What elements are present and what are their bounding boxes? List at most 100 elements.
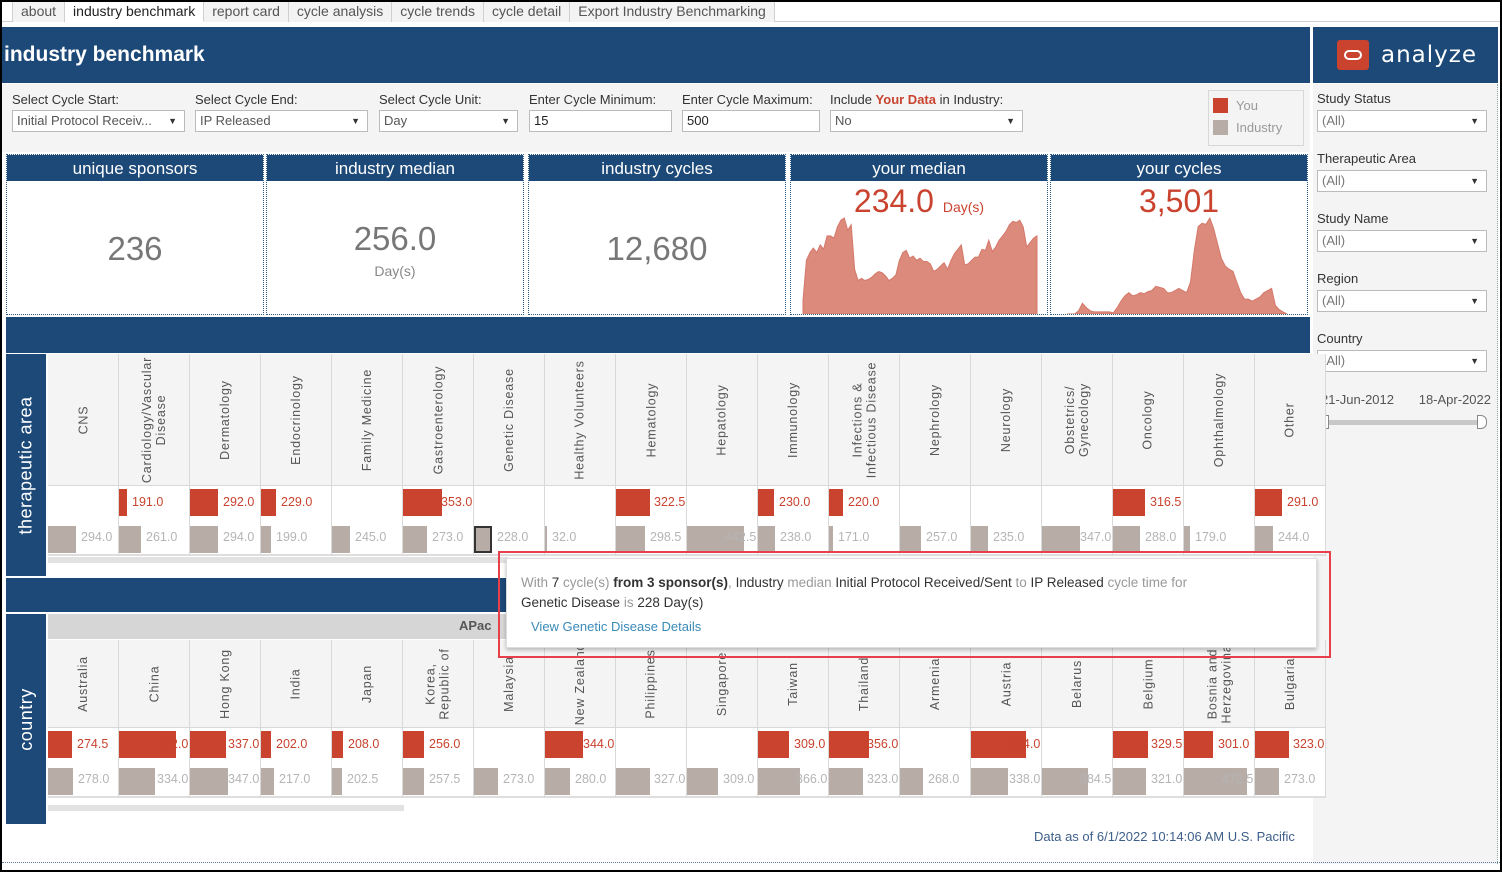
therapeutic-area-column-header[interactable]: Oncology [1113, 354, 1183, 486]
region-select[interactable]: (All) ▼ [1317, 290, 1487, 312]
you-bar[interactable] [403, 731, 424, 758]
you-bar[interactable] [1113, 731, 1148, 758]
country-column-header[interactable]: India [261, 640, 331, 728]
therapeutic-area-column-header[interactable]: Other [1255, 354, 1325, 486]
industry-bar[interactable] [545, 526, 547, 553]
industry-bar[interactable] [758, 768, 800, 795]
industry-bar[interactable] [474, 768, 498, 795]
you-bar[interactable] [829, 489, 843, 516]
you-bar[interactable] [1255, 489, 1282, 516]
therapeutic-area-column-header[interactable]: Neurology [971, 354, 1041, 486]
industry-bar[interactable] [687, 768, 718, 795]
you-bar[interactable] [758, 489, 774, 516]
industry-bar[interactable] [332, 768, 342, 795]
country-column-header[interactable]: Japan [332, 640, 402, 728]
you-bar[interactable] [190, 489, 218, 516]
industry-bar[interactable] [190, 526, 218, 553]
therapeutic-area-column-header[interactable]: Gastroenterology [403, 354, 473, 486]
tab-about[interactable]: about [12, 2, 66, 22]
you-bar[interactable] [48, 731, 72, 758]
study-name-select[interactable]: (All) ▼ [1317, 230, 1487, 252]
cycle-min-input[interactable]: 15 [529, 110, 672, 132]
you-bar[interactable] [261, 731, 271, 758]
therapeutic-area-column-header[interactable]: Endocrinology [261, 354, 331, 486]
industry-bar[interactable] [829, 768, 863, 795]
industry-bar[interactable] [403, 526, 427, 553]
therapeutic-scrollbar[interactable] [48, 557, 508, 563]
therapeutic-area-column-header[interactable]: Infections & Infectious Disease [829, 354, 899, 486]
view-details-link[interactable]: View Genetic Disease Details [531, 617, 701, 637]
tab-cycle-trends[interactable]: cycle trends [392, 2, 484, 22]
therapeutic-area-column-header[interactable]: Obstetrics/ Gynecology [1042, 354, 1112, 486]
you-bar[interactable] [261, 489, 276, 516]
industry-bar[interactable] [261, 768, 274, 795]
industry-bar[interactable] [900, 526, 921, 553]
legend-item-you[interactable]: You [1213, 94, 1303, 116]
industry-bar[interactable] [545, 768, 570, 795]
therapeutic-area-column-header[interactable]: Family Medicine [332, 354, 402, 486]
tab-export-industry-benchmarking[interactable]: Export Industry Benchmarking [570, 2, 775, 22]
industry-bar[interactable] [1042, 526, 1080, 553]
therapeutic-area-column-header[interactable]: Ophthalmology [1184, 354, 1254, 486]
industry-bar[interactable] [1255, 526, 1273, 553]
cycle-max-input[interactable]: 500 [682, 110, 820, 132]
therapeutic-area-column-header[interactable]: Hepatology [687, 354, 757, 486]
industry-bar[interactable] [48, 768, 73, 795]
include-data-select[interactable]: No ▼ [830, 110, 1023, 132]
industry-bar[interactable] [332, 526, 350, 553]
industry-bar[interactable] [119, 768, 155, 795]
cycle-start-select[interactable]: Initial Protocol Receiv... ▼ [12, 110, 185, 132]
country-select[interactable]: (All) ▼ [1317, 350, 1487, 372]
industry-bar[interactable] [616, 526, 645, 553]
industry-bar[interactable] [1113, 768, 1146, 795]
therapeutic-area-column-header[interactable]: Hematology [616, 354, 686, 486]
industry-bar[interactable] [261, 526, 271, 553]
country-column-header[interactable]: Hong Kong [190, 640, 260, 728]
industry-bar[interactable] [403, 768, 424, 795]
slider-end-handle[interactable] [1477, 415, 1487, 429]
tab-cycle-detail[interactable]: cycle detail [484, 2, 571, 22]
you-bar[interactable] [616, 489, 650, 516]
cycle-end-select[interactable]: IP Released ▼ [195, 110, 368, 132]
therapeutic-area-column-header[interactable]: Immunology [758, 354, 828, 486]
you-bar[interactable] [332, 731, 343, 758]
therapeutic-area-column-header[interactable]: Cardiology/Vascular Disease [119, 354, 189, 486]
cycle-unit-select[interactable]: Day ▼ [379, 110, 518, 132]
industry-bar[interactable] [758, 526, 775, 553]
tab-industry-benchmark[interactable]: industry benchmark [65, 2, 205, 22]
you-bar[interactable] [1255, 731, 1289, 758]
tab-report-card[interactable]: report card [204, 2, 289, 22]
you-bar[interactable] [119, 489, 127, 516]
industry-bar[interactable] [1184, 526, 1190, 553]
you-bar[interactable] [545, 731, 583, 758]
country-column-header[interactable]: Korea, Republic of [403, 640, 473, 728]
country-scrollbar[interactable] [48, 805, 404, 811]
industry-bar[interactable] [616, 768, 650, 795]
country-column-header[interactable]: Australia [48, 640, 118, 728]
industry-bar[interactable] [1113, 526, 1140, 553]
you-bar[interactable] [403, 489, 442, 516]
industry-bar[interactable] [1255, 768, 1279, 795]
study-status-select[interactable]: (All) ▼ [1317, 110, 1487, 132]
industry-bar[interactable] [829, 526, 833, 553]
therapeutic-area-column-header[interactable]: Dermatology [190, 354, 260, 486]
industry-bar[interactable] [190, 768, 228, 795]
tab-cycle-analysis[interactable]: cycle analysis [288, 2, 393, 22]
industry-bar[interactable] [971, 526, 988, 553]
country-column-header[interactable]: China [119, 640, 189, 728]
industry-bar[interactable] [971, 768, 1008, 795]
you-bar[interactable] [1184, 731, 1213, 758]
therapeutic-area-column-header[interactable]: Healthy Volunteers [545, 354, 615, 486]
industry-bar[interactable] [119, 526, 141, 553]
therapeutic-area-column-header[interactable]: Nephrology [900, 354, 970, 486]
therapeutic-area-column-header[interactable]: Genetic Disease [474, 354, 544, 486]
industry-bar[interactable] [900, 768, 923, 795]
you-bar[interactable] [758, 731, 789, 758]
you-bar[interactable] [829, 731, 869, 758]
therapeutic-area-column-header[interactable]: CNS [48, 354, 118, 486]
legend-item-industry[interactable]: Industry [1213, 116, 1303, 138]
date-range-slider[interactable] [1319, 415, 1487, 429]
therapeutic-area-select[interactable]: (All) ▼ [1317, 170, 1487, 192]
you-bar[interactable] [1113, 489, 1145, 516]
industry-bar[interactable] [474, 526, 492, 553]
